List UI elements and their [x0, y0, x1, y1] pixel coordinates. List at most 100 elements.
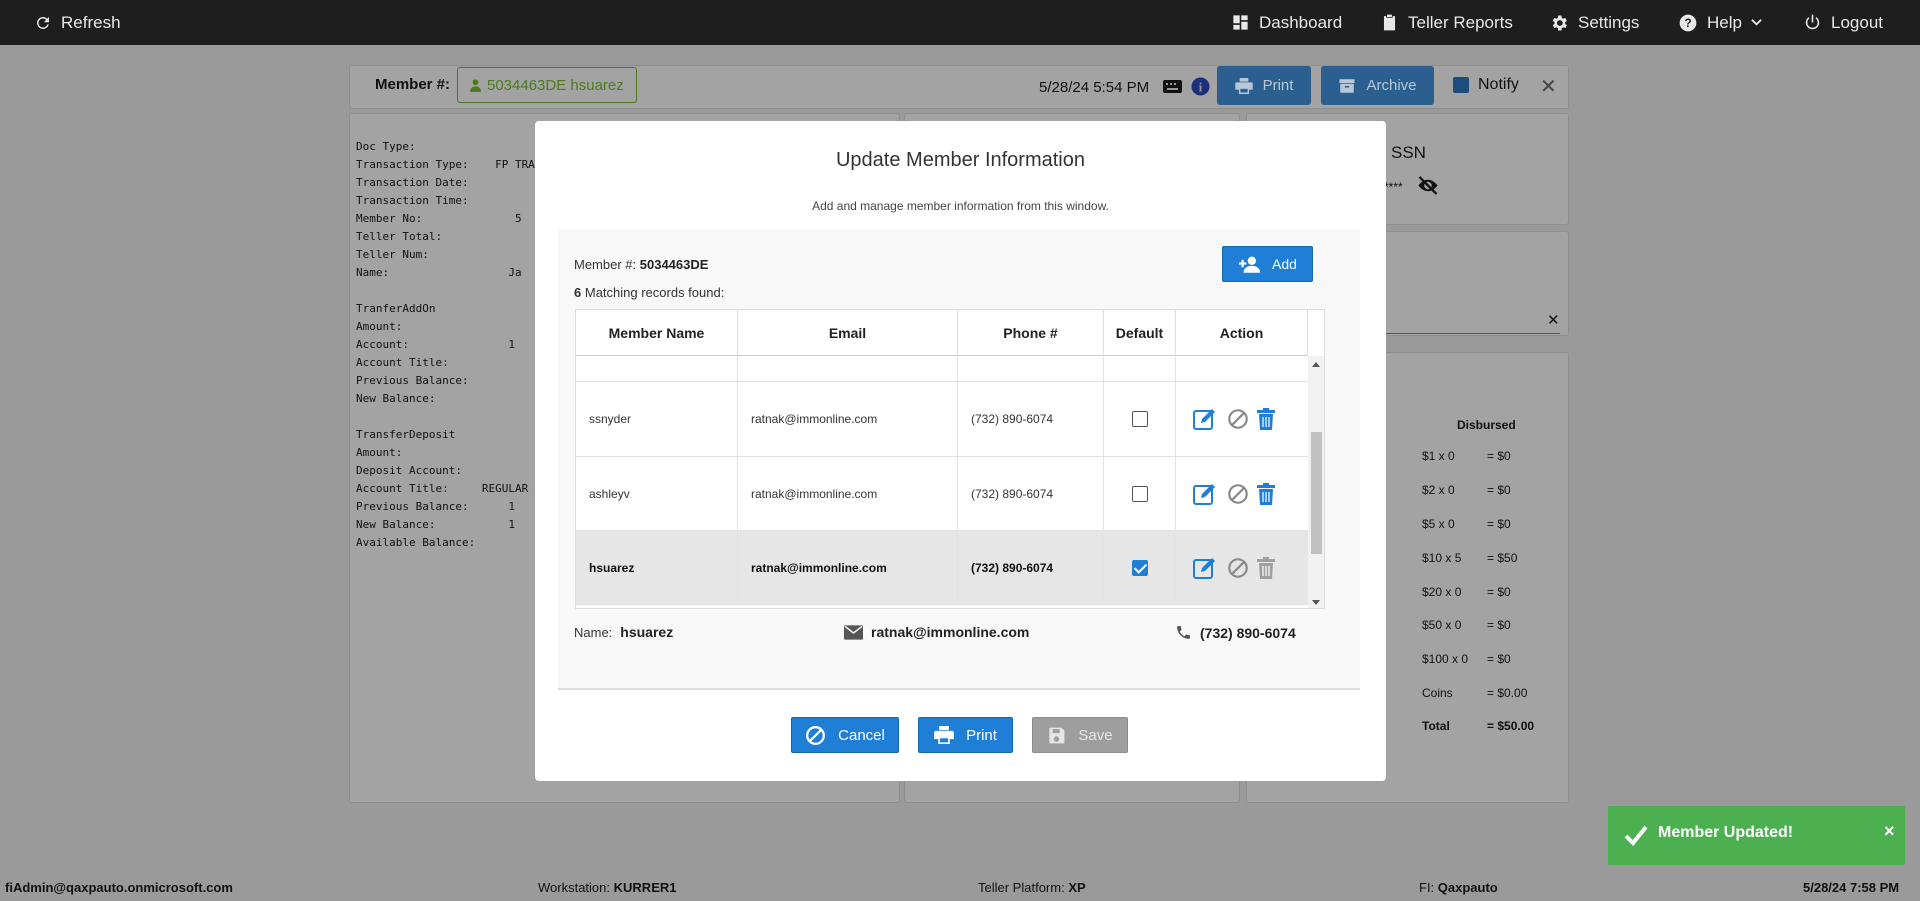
disbursed-denomination: Coins — [1422, 686, 1453, 700]
summary-email: ratnak@immonline.com — [844, 624, 1029, 640]
disable-icon[interactable] — [1227, 483, 1249, 505]
table-header: Member Name Email Phone # Default Action — [576, 310, 1308, 356]
edit-icon[interactable] — [1193, 482, 1219, 506]
table-row[interactable]: ssnyder ratnak@immonline.com (732) 890-6… — [576, 382, 1308, 457]
footer-workstation-value: KURRER1 — [613, 880, 677, 895]
disable-icon[interactable] — [1227, 408, 1249, 430]
member-records-section: Member #: 5034463DE 6 Matching records f… — [558, 229, 1360, 690]
archive-button[interactable]: Archive — [1321, 66, 1434, 105]
user-icon — [470, 78, 481, 92]
col-member-name[interactable]: Member Name — [576, 310, 738, 356]
disbursed-denomination: $1 x 0 — [1422, 449, 1455, 463]
disbursed-denomination: $50 x 0 — [1422, 618, 1462, 632]
toast-close-button[interactable]: × — [1884, 821, 1895, 842]
disbursed-amount: = $50 — [1487, 551, 1518, 565]
col-default[interactable]: Default — [1104, 310, 1176, 356]
trash-icon[interactable] — [1257, 556, 1275, 579]
svg-text:?: ? — [1684, 17, 1691, 30]
disbursed-amount: = $0 — [1487, 517, 1511, 531]
match-count-line: 6 Matching records found: — [574, 285, 724, 300]
summary-email-value: ratnak@immonline.com — [871, 624, 1030, 640]
eye-slash-icon[interactable] — [1416, 176, 1440, 195]
member-table: Member Name Email Phone # Default Action… — [575, 309, 1325, 609]
member-chip[interactable]: 5034463DE hsuarez — [457, 67, 637, 103]
user-plus-icon — [1238, 256, 1261, 273]
edit-icon[interactable] — [1193, 556, 1219, 580]
row-actions — [1193, 556, 1275, 580]
floppy-disk-icon — [1049, 727, 1065, 743]
disable-icon[interactable] — [1227, 557, 1249, 579]
col-email[interactable]: Email — [738, 310, 958, 356]
checkmark-icon — [1624, 825, 1648, 846]
footer-workstation: Workstation: KURRER1 — [538, 880, 676, 895]
notify-checkbox[interactable] — [1453, 77, 1469, 93]
trash-icon[interactable] — [1257, 408, 1275, 430]
default-checkbox[interactable] — [1131, 559, 1148, 576]
add-label: Add — [1272, 256, 1297, 272]
nav-logout[interactable]: Logout — [1803, 0, 1883, 45]
bg-print-button[interactable]: Print — [1217, 66, 1311, 105]
save-button[interactable]: Save — [1032, 717, 1128, 753]
gear-icon — [1552, 15, 1567, 30]
scroll-down-icon[interactable] — [1312, 600, 1320, 605]
footer-fi-value: Qaxpauto — [1437, 880, 1498, 895]
scroll-thumb[interactable] — [1311, 432, 1322, 554]
match-count: 6 — [574, 285, 582, 300]
table-row[interactable]: ashleyv ratnak@immonline.com (732) 890-6… — [576, 457, 1308, 531]
help-icon: ? — [1679, 14, 1697, 31]
close-transaction-icon[interactable]: ✕ — [1540, 74, 1557, 99]
ssn-masked: **** — [1384, 180, 1403, 194]
row-actions — [1193, 407, 1275, 431]
refresh-button[interactable]: Refresh — [34, 0, 121, 45]
cancel-button[interactable]: Cancel — [791, 717, 899, 753]
row-actions — [1193, 482, 1275, 506]
footer-datetime: 5/28/24 7:58 PM — [1803, 880, 1899, 895]
nav-settings[interactable]: Settings — [1549, 0, 1639, 45]
default-checkbox[interactable] — [1131, 411, 1148, 427]
cell-phone: (732) 890-6074 — [958, 457, 1104, 530]
footer-workstation-label: Workstation: — [538, 880, 611, 895]
modal-title: Update Member Information — [835, 149, 1085, 171]
cell-action — [1176, 457, 1308, 530]
summary-name-value: hsuarez — [620, 624, 674, 640]
cell-action — [1176, 382, 1308, 456]
table-row[interactable]: hsuarez ratnak@immonline.com (732) 890-6… — [576, 531, 1308, 605]
cell-default — [1104, 457, 1176, 530]
col-phone[interactable]: Phone # — [958, 310, 1104, 356]
scroll-up-icon[interactable] — [1312, 362, 1320, 367]
modal-subtitle: Add and manage member information from t… — [812, 199, 1109, 213]
keyboard-icon[interactable] — [1163, 80, 1182, 93]
nav-help[interactable]: ? Help — [1678, 0, 1762, 45]
trash-icon[interactable] — [1257, 482, 1275, 505]
summary-phone: (732) 890-6074 — [1175, 624, 1296, 641]
nav-teller-reports[interactable]: Teller Reports — [1380, 0, 1513, 45]
modal-print-button[interactable]: Print — [918, 717, 1013, 753]
footer-platform-label: Teller Platform: — [978, 880, 1065, 895]
printer-icon — [1234, 77, 1253, 94]
nav-dashboard[interactable]: Dashboard — [1231, 0, 1342, 45]
printer-icon — [934, 726, 954, 744]
cell-phone: (732) 890-6074 — [958, 531, 1104, 604]
table-scrollbar[interactable] — [1308, 356, 1324, 608]
clear-search-icon[interactable]: ✕ — [1547, 311, 1560, 329]
default-checkbox[interactable] — [1131, 485, 1148, 502]
clipboard-icon — [1383, 14, 1396, 31]
refresh-icon — [37, 16, 49, 29]
chevron-down-icon — [1751, 19, 1762, 26]
cell-member-name: ashleyv — [576, 457, 738, 530]
summary-name: Name: hsuarez — [574, 624, 673, 640]
add-member-button[interactable]: Add — [1222, 246, 1313, 282]
table-row[interactable] — [576, 357, 1308, 382]
disbursed-amount: = $0 — [1487, 652, 1511, 666]
modal-member-number: Member #: 5034463DE — [574, 257, 708, 272]
info-icon[interactable]: i — [1191, 77, 1210, 96]
modal-member-value: 5034463DE — [639, 257, 709, 272]
notify-label: Notify — [1478, 76, 1519, 93]
disbursed-denomination: Total — [1422, 719, 1450, 733]
nav-help-label: Help — [1707, 12, 1742, 32]
archive-label: Archive — [1366, 77, 1417, 94]
edit-icon[interactable] — [1193, 407, 1219, 431]
cell-member-name: hsuarez — [576, 531, 738, 604]
member-chip-text: 5034463DE hsuarez — [487, 76, 624, 94]
disbursed-denomination: $2 x 0 — [1422, 483, 1455, 497]
